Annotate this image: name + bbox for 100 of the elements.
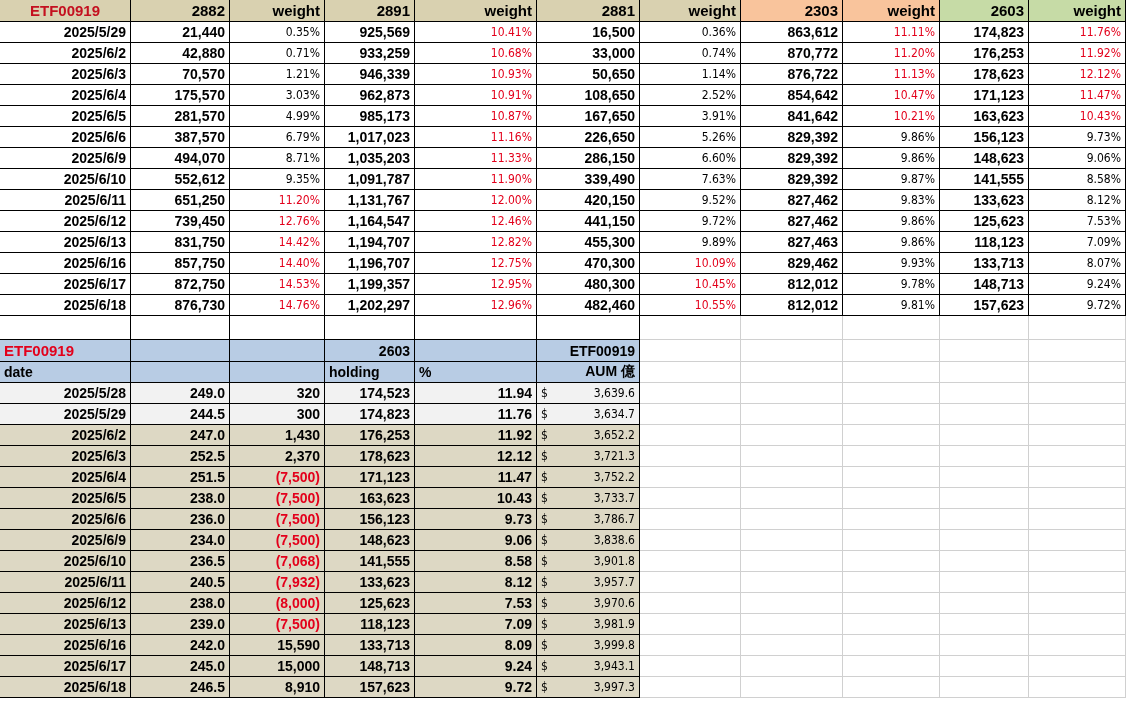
table-cell: 7.09% bbox=[1029, 232, 1126, 253]
table-cell: 2025/6/12 bbox=[0, 211, 131, 232]
table-cell: 872,750 bbox=[131, 274, 230, 295]
table-cell: 812,012 bbox=[741, 274, 843, 295]
table-cell: 11.92% bbox=[1029, 43, 1126, 64]
table-cell: 1.21% bbox=[230, 64, 325, 85]
table-cell: 10.93% bbox=[415, 64, 537, 85]
table-cell: $ bbox=[541, 596, 548, 610]
table-cell: 15,000 bbox=[230, 656, 325, 677]
table-cell: 827,462 bbox=[741, 190, 843, 211]
table-cell: 863,612 bbox=[741, 22, 843, 43]
table-cell: 985,173 bbox=[325, 106, 415, 127]
table-cell: 420,150 bbox=[537, 190, 640, 211]
table-cell: $ bbox=[541, 386, 548, 400]
table-cell: (7,068) bbox=[230, 551, 325, 572]
column-header: date bbox=[0, 362, 131, 383]
table-cell: 156,123 bbox=[940, 127, 1029, 148]
table-cell: 480,300 bbox=[537, 274, 640, 295]
table-cell: 2025/6/17 bbox=[0, 656, 131, 677]
table-cell: 11.76% bbox=[1029, 22, 1126, 43]
table-cell: 10.55% bbox=[640, 295, 741, 316]
table-cell: 9.06% bbox=[1029, 148, 1126, 169]
table-cell: 9.86% bbox=[843, 127, 940, 148]
table-cell: (7,500) bbox=[230, 467, 325, 488]
table-cell: 236.5 bbox=[131, 551, 230, 572]
table-cell: 2025/6/4 bbox=[0, 85, 131, 106]
table-cell: 9.83% bbox=[843, 190, 940, 211]
table-cell: 3,752.2 bbox=[593, 470, 635, 484]
table-cell: 8.07% bbox=[1029, 253, 1126, 274]
table-cell: 1,202,297 bbox=[325, 295, 415, 316]
table-cell: 2025/6/17 bbox=[0, 274, 131, 295]
column-header: 2603 bbox=[940, 0, 1029, 22]
table-cell: 118,123 bbox=[940, 232, 1029, 253]
table-cell: 470,300 bbox=[537, 253, 640, 274]
table-cell: 2025/6/4 bbox=[0, 467, 131, 488]
table-cell: 167,650 bbox=[537, 106, 640, 127]
table-cell: 9.93% bbox=[843, 253, 940, 274]
table-cell: 3,733.7 bbox=[593, 491, 635, 505]
table-cell: 239.0 bbox=[131, 614, 230, 635]
table-cell: 2025/5/29 bbox=[0, 22, 131, 43]
table-cell: 6.79% bbox=[230, 127, 325, 148]
table-cell: 171,123 bbox=[325, 467, 415, 488]
table-cell: 2025/6/2 bbox=[0, 43, 131, 64]
column-header: % bbox=[415, 362, 537, 383]
table-cell: 133,713 bbox=[325, 635, 415, 656]
table-cell: 2025/6/2 bbox=[0, 425, 131, 446]
table-cell: 118,123 bbox=[325, 614, 415, 635]
table-cell: 1,131,767 bbox=[325, 190, 415, 211]
table-cell: 178,623 bbox=[940, 64, 1029, 85]
column-header: weight bbox=[843, 0, 940, 22]
table-cell: 1,091,787 bbox=[325, 169, 415, 190]
table-cell: 2025/6/18 bbox=[0, 295, 131, 316]
table-cell: 11.94 bbox=[415, 383, 537, 404]
table-cell: 831,750 bbox=[131, 232, 230, 253]
table-cell: 962,873 bbox=[325, 85, 415, 106]
table-cell: 9.73 bbox=[415, 509, 537, 530]
table-cell: 9.87% bbox=[843, 169, 940, 190]
table-cell: 11.47 bbox=[415, 467, 537, 488]
table-cell: 2025/6/3 bbox=[0, 64, 131, 85]
table-cell: 175,570 bbox=[131, 85, 230, 106]
table-cell: 1,035,203 bbox=[325, 148, 415, 169]
table-cell: 12.12 bbox=[415, 446, 537, 467]
table-cell: 238.0 bbox=[131, 593, 230, 614]
table-cell: 8.71% bbox=[230, 148, 325, 169]
table-cell: 2,370 bbox=[230, 446, 325, 467]
table-cell: 7.09 bbox=[415, 614, 537, 635]
table-cell: 11.92 bbox=[415, 425, 537, 446]
column-header: 2891 bbox=[325, 0, 415, 22]
column-header: 2881 bbox=[537, 0, 640, 22]
table-cell: 3,999.8 bbox=[593, 638, 635, 652]
table-cell: 2025/6/10 bbox=[0, 551, 131, 572]
table-cell: 226,650 bbox=[537, 127, 640, 148]
table-cell: (7,500) bbox=[230, 614, 325, 635]
table-cell: 455,300 bbox=[537, 232, 640, 253]
table-cell: 925,569 bbox=[325, 22, 415, 43]
table-cell: 1,430 bbox=[230, 425, 325, 446]
table-cell: 0.35% bbox=[230, 22, 325, 43]
table-cell: 242.0 bbox=[131, 635, 230, 656]
table-cell: 3.91% bbox=[640, 106, 741, 127]
table-cell: 10.43 bbox=[415, 488, 537, 509]
table-cell: 2025/6/13 bbox=[0, 232, 131, 253]
table-cell: 14.42% bbox=[230, 232, 325, 253]
table-cell: 1,196,707 bbox=[325, 253, 415, 274]
table-cell: 2.52% bbox=[640, 85, 741, 106]
table-cell: 252.5 bbox=[131, 446, 230, 467]
table-cell: 829,392 bbox=[741, 169, 843, 190]
table-cell: 876,730 bbox=[131, 295, 230, 316]
table-cell: 2025/6/6 bbox=[0, 509, 131, 530]
table-cell: (7,500) bbox=[230, 488, 325, 509]
table-cell: 812,012 bbox=[741, 295, 843, 316]
table-cell: 12.75% bbox=[415, 253, 537, 274]
table-cell: 3,901.8 bbox=[593, 554, 635, 568]
table-cell: 2025/6/5 bbox=[0, 488, 131, 509]
table-cell: 827,462 bbox=[741, 211, 843, 232]
table-cell: 21,440 bbox=[131, 22, 230, 43]
table-cell: 0.71% bbox=[230, 43, 325, 64]
table-cell: 2025/6/6 bbox=[0, 127, 131, 148]
table-cell: 482,460 bbox=[537, 295, 640, 316]
table-cell: 247.0 bbox=[131, 425, 230, 446]
table-cell: 3,721.3 bbox=[593, 449, 635, 463]
